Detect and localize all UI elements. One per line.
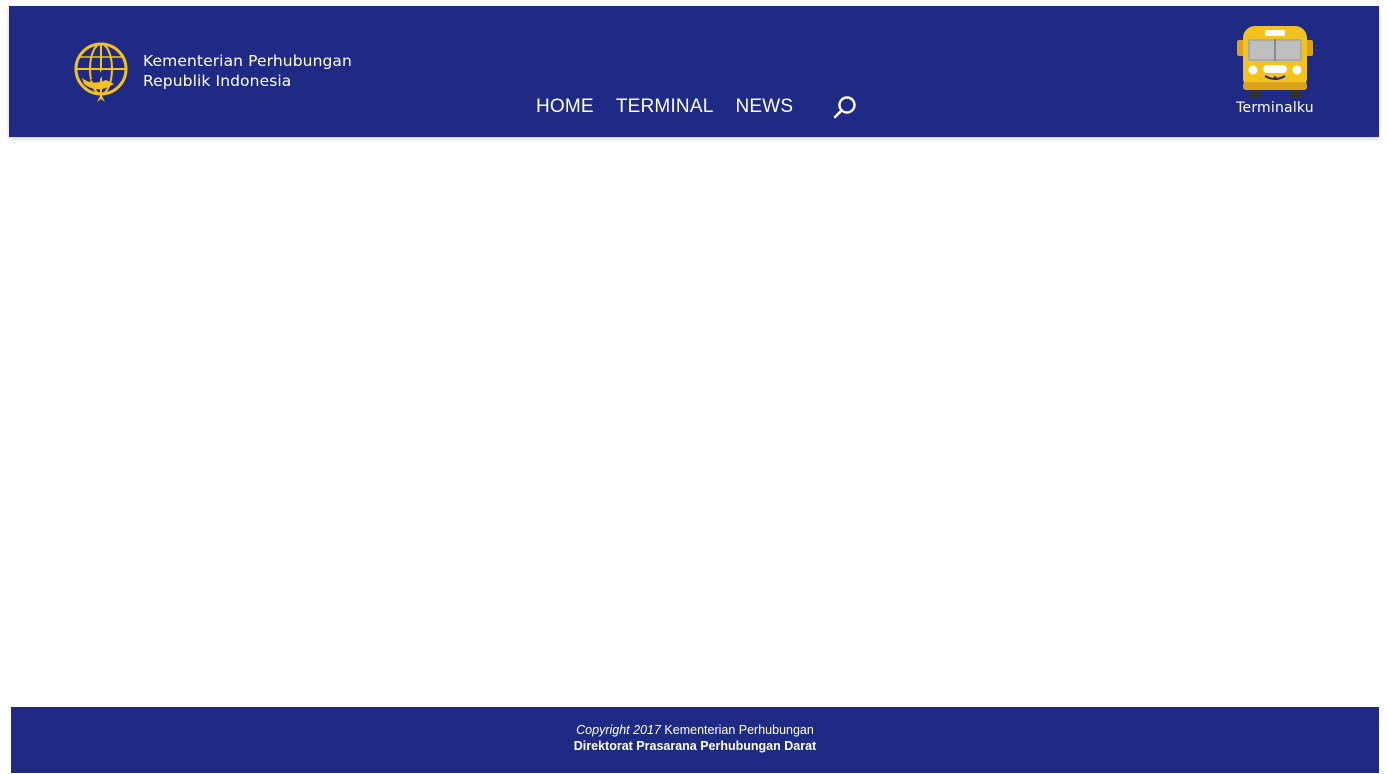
main-nav: HOME TERMINAL NEWS <box>536 96 793 118</box>
copyright-year: Copyright 2017 <box>576 723 661 737</box>
search-icon[interactable] <box>832 95 858 121</box>
nav-home[interactable]: HOME <box>536 96 594 118</box>
terminalku-brand-link[interactable]: Terminalku <box>1227 24 1323 116</box>
copyright-org: Kementerian Perhubungan <box>664 723 814 737</box>
directorate-name: Direktorat Prasarana Perhubungan Darat <box>573 739 817 753</box>
site-footer: Copyright 2017 Kementerian Perhubungan D… <box>11 707 1379 773</box>
brand-name: Terminalku <box>1236 100 1314 116</box>
nav-news[interactable]: NEWS <box>735 96 793 118</box>
bus-icon <box>1237 26 1313 98</box>
nav-terminal[interactable]: TERMINAL <box>616 96 714 118</box>
site-header: Kementerian Perhubungan Republik Indones… <box>9 6 1379 137</box>
ministry-home-link[interactable]: Kementerian Perhubungan Republik Indones… <box>72 40 352 104</box>
copyright-line: Copyright 2017 Kementerian Perhubungan <box>11 723 1379 737</box>
ministry-name-line1: Kementerian Perhubungan <box>143 52 352 70</box>
ministry-name-line2: Republik Indonesia <box>143 72 292 90</box>
ministry-name: Kementerian Perhubungan Republik Indones… <box>143 51 352 91</box>
ministry-emblem-icon <box>74 42 128 102</box>
